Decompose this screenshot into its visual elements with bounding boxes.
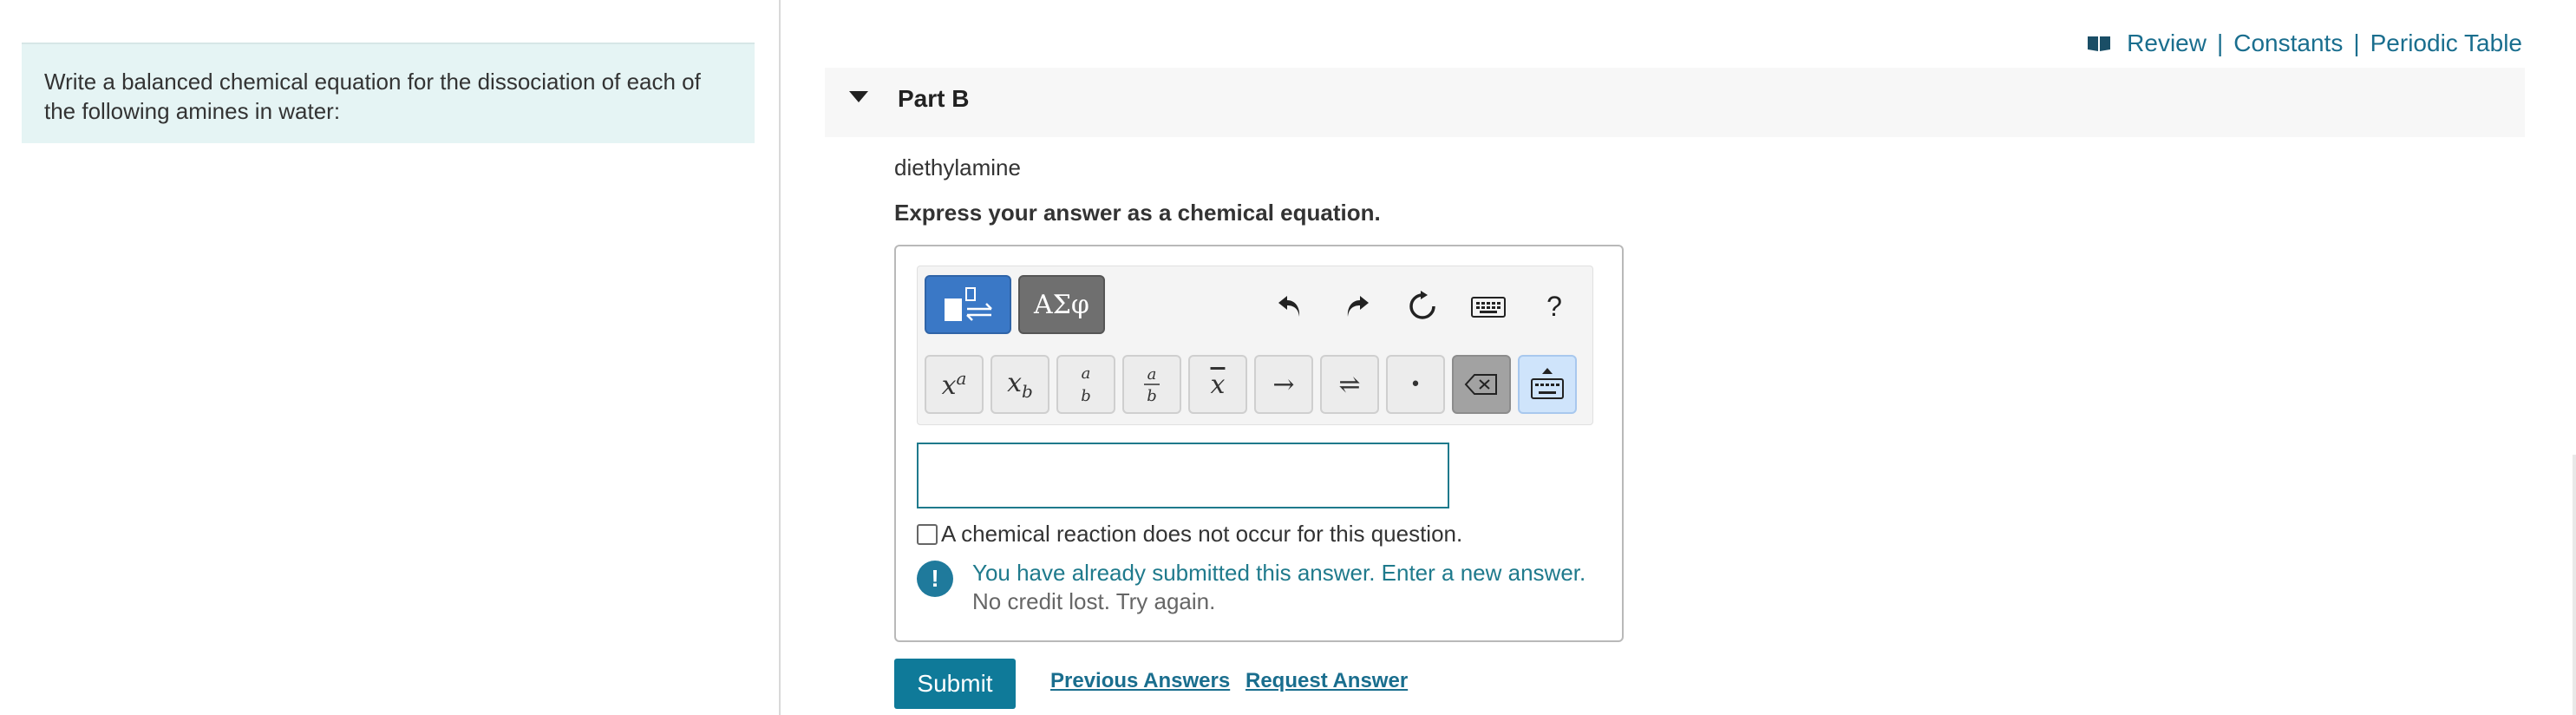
feedback-text: You have already submitted this answer. … (972, 560, 1586, 586)
review-link[interactable]: Review (2127, 30, 2207, 57)
fraction-key[interactable]: a b (1056, 355, 1115, 414)
constants-link[interactable]: Constants (2233, 30, 2343, 57)
separator: | (2353, 30, 2360, 56)
overline-icon: x (1210, 369, 1226, 400)
left-panel: Write a balanced chemical equation for t… (0, 0, 781, 715)
previous-answers-link[interactable]: Previous Answers (1050, 669, 1230, 693)
part-title: Part B (898, 85, 970, 112)
svg-text:b: b (1147, 387, 1157, 405)
info-alert-icon: ! (917, 561, 953, 597)
superscript-icon: xa (941, 368, 967, 401)
superscript-key[interactable]: xa (925, 355, 984, 414)
separator: | (2216, 30, 2224, 56)
dot-key[interactable]: • (1386, 355, 1445, 414)
equilibrium-arrow-key[interactable]: ⇌ (1320, 355, 1379, 414)
feedback-message: ! You have already submitted this answer… (917, 559, 1585, 616)
scrollbar[interactable] (2573, 455, 2576, 715)
help-button[interactable]: ? (1532, 284, 1577, 329)
templates-icon (945, 287, 992, 321)
feedback-subtext: No credit lost. Try again. (972, 588, 1216, 614)
request-answer-link[interactable]: Request Answer (1246, 669, 1408, 693)
instruction: Express your answer as a chemical equati… (894, 200, 1381, 226)
templates-button[interactable] (925, 275, 1011, 334)
keyboard-expand-icon (1531, 368, 1564, 399)
math-toolbar: ΑΣφ ? xa xb a b a b x → ⇌ • (917, 266, 1593, 425)
book-icon (2088, 36, 2111, 51)
collapse-caret-icon[interactable] (849, 91, 868, 102)
part-header[interactable]: Part B (825, 68, 2525, 137)
answer-box: ΑΣφ ? xa xb a b a b x → ⇌ • A chemical r… (894, 245, 1624, 642)
periodic-table-link[interactable]: Periodic Table (2370, 30, 2522, 57)
redo-button[interactable] (1334, 284, 1379, 329)
show-keyboard-key[interactable] (1518, 355, 1577, 414)
svg-text:a: a (1082, 364, 1091, 383)
backspace-icon (1464, 374, 1497, 395)
no-reaction-checkbox[interactable] (917, 523, 938, 545)
stacked-fraction-key[interactable]: a b (1122, 355, 1181, 414)
problem-prompt: Write a balanced chemical equation for t… (22, 43, 755, 143)
svg-text:a: a (1147, 365, 1157, 384)
submit-button[interactable]: Submit (894, 659, 1016, 709)
keyboard-shortcuts-button[interactable] (1466, 284, 1511, 329)
greek-symbols-button[interactable]: ΑΣφ (1018, 275, 1105, 334)
no-reaction-label: A chemical reaction does not occur for t… (941, 521, 1463, 547)
reset-button[interactable] (1400, 284, 1445, 329)
backspace-key[interactable] (1452, 355, 1511, 414)
subscript-icon: xb (1007, 367, 1033, 402)
svg-text:b: b (1081, 387, 1091, 405)
prompt-text: Write a balanced chemical equation for t… (44, 69, 701, 124)
no-reaction-option[interactable]: A chemical reaction does not occur for t… (917, 521, 1462, 548)
overline-key[interactable]: x (1188, 355, 1247, 414)
reaction-arrow-key[interactable]: → (1254, 355, 1313, 414)
reset-icon (1409, 291, 1435, 319)
answer-input[interactable] (917, 443, 1449, 508)
fraction-icon: a b (1081, 364, 1091, 405)
subscript-key[interactable]: xb (991, 355, 1049, 414)
undo-icon (1278, 296, 1300, 317)
undo-button[interactable] (1268, 284, 1313, 329)
question-compound: diethylamine (894, 154, 1021, 180)
keyboard-icon (1471, 297, 1506, 318)
stacked-fraction-icon: a b (1144, 365, 1160, 405)
redo-icon (1347, 296, 1369, 317)
top-links: Review | Constants | Periodic Table (2087, 30, 2522, 57)
